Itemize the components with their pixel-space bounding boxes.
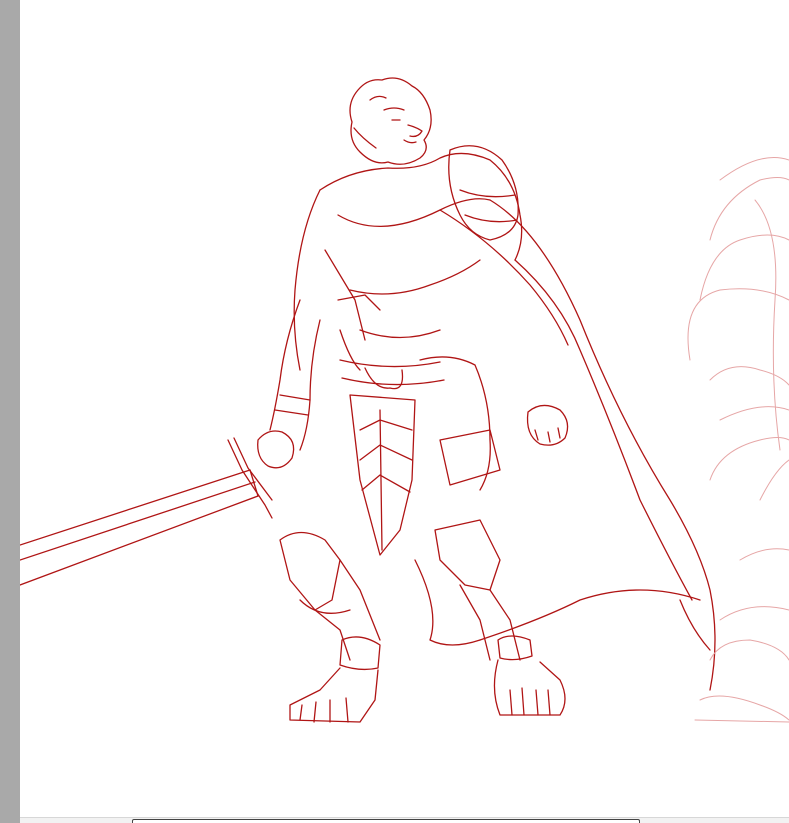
pauldron bbox=[448, 145, 519, 241]
left-leg bbox=[279, 531, 381, 723]
left-panel-gutter bbox=[0, 0, 20, 823]
drawing-app-window bbox=[0, 0, 789, 823]
belt bbox=[339, 359, 445, 556]
drawing-canvas[interactable] bbox=[20, 0, 789, 817]
horizontal-scrollbar-thumb[interactable] bbox=[132, 819, 640, 823]
right-leg bbox=[419, 356, 566, 716]
faint-sketch-right bbox=[687, 157, 789, 723]
horizontal-scrollbar[interactable] bbox=[20, 817, 789, 823]
paw bbox=[526, 404, 569, 446]
sketch-artwork bbox=[20, 77, 789, 723]
left-arm bbox=[257, 299, 321, 469]
lion-head bbox=[349, 77, 432, 165]
sword bbox=[20, 437, 273, 586]
torso-and-cloak bbox=[293, 152, 716, 691]
